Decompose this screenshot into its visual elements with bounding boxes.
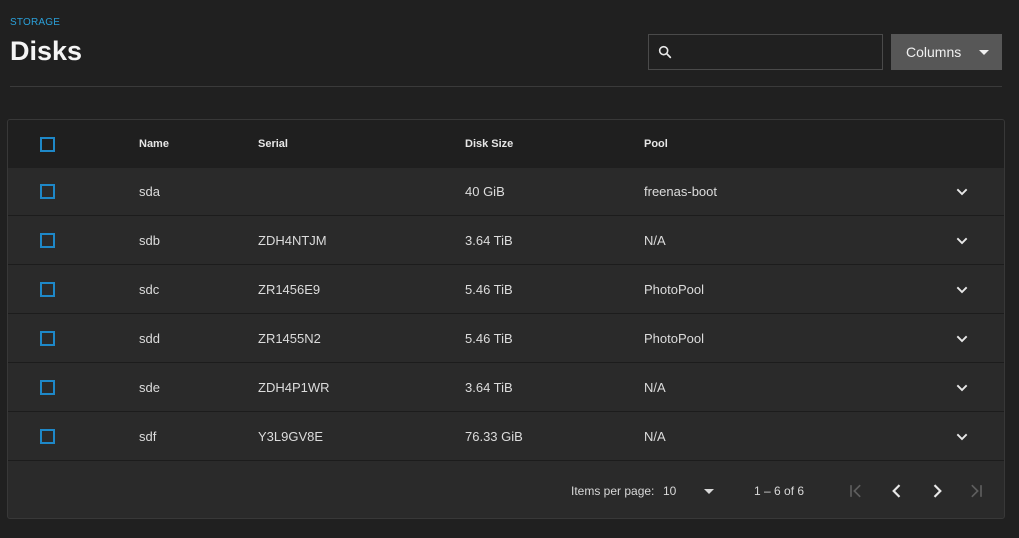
disk-size: 3.64 TiB [465, 380, 513, 395]
search-icon [658, 45, 672, 59]
disk-name: sdc [139, 282, 160, 297]
disk-name: sdf [139, 429, 157, 444]
disk-size: 40 GiB [465, 184, 505, 199]
disk-name: sdb [139, 233, 160, 248]
select-all-checkbox[interactable] [40, 136, 55, 152]
disk-pool: N/A [644, 380, 666, 395]
disk-serial: ZR1455N2 [258, 331, 321, 346]
disk-size: 3.64 TiB [465, 233, 513, 248]
page-title: Disks [10, 36, 83, 66]
table-row[interactable]: sde ZDH4P1WR 3.64 TiB N/A [8, 364, 1004, 412]
page-range: 1 – 6 of 6 [754, 484, 805, 498]
previous-page-icon[interactable] [887, 481, 907, 501]
disk-size: 5.46 TiB [465, 331, 513, 346]
breadcrumb[interactable]: STORAGE [10, 17, 60, 28]
disk-name: sda [139, 184, 160, 199]
items-per-page-select[interactable]: 10 [663, 484, 676, 498]
columns-button-label: Columns [906, 44, 962, 60]
header-name[interactable]: Name [139, 120, 169, 168]
disk-name: sdd [139, 331, 160, 346]
disk-serial: ZR1456E9 [258, 282, 321, 297]
caret-down-icon[interactable] [704, 489, 714, 494]
table-row[interactable]: sda 40 GiB freenas-boot [8, 168, 1004, 216]
chevron-down-icon[interactable] [954, 380, 970, 396]
disks-page: STORAGE Disks Columns Name Serial Disk S… [0, 0, 1019, 538]
disk-serial: ZDH4NTJM [258, 233, 327, 248]
row-checkbox[interactable] [40, 233, 55, 248]
table-row[interactable]: sdd ZR1455N2 5.46 TiB PhotoPool [8, 315, 1004, 363]
disk-size: 5.46 TiB [465, 282, 513, 297]
divider [10, 86, 1002, 87]
row-checkbox[interactable] [40, 184, 55, 199]
caret-down-icon [979, 50, 989, 55]
first-page-icon[interactable] [846, 481, 866, 501]
disk-serial: Y3L9GV8E [258, 429, 324, 444]
disk-pool: N/A [644, 233, 666, 248]
table-row[interactable]: sdb ZDH4NTJM 3.64 TiB N/A [8, 217, 1004, 265]
search-input[interactable] [679, 35, 879, 69]
items-per-page-label: Items per page: [571, 484, 655, 498]
table-row[interactable]: sdf Y3L9GV8E 76.33 GiB N/A [8, 413, 1004, 461]
chevron-down-icon[interactable] [954, 282, 970, 298]
disk-pool: PhotoPool [644, 282, 704, 297]
row-checkbox[interactable] [40, 282, 55, 297]
disk-pool: freenas-boot [644, 184, 717, 199]
table-header: Name Serial Disk Size Pool [8, 120, 1004, 168]
disk-serial: ZDH4P1WR [258, 380, 330, 395]
row-checkbox[interactable] [40, 429, 55, 444]
columns-button[interactable]: Columns [891, 34, 1002, 70]
disk-pool: PhotoPool [644, 331, 704, 346]
row-checkbox[interactable] [40, 331, 55, 346]
row-checkbox[interactable] [40, 380, 55, 395]
chevron-down-icon[interactable] [954, 429, 970, 445]
chevron-down-icon[interactable] [954, 233, 970, 249]
disk-pool: N/A [644, 429, 666, 444]
chevron-down-icon[interactable] [954, 184, 970, 200]
header-pool[interactable]: Pool [644, 120, 668, 168]
paginator: Items per page: 10 1 – 6 of 6 [8, 462, 1004, 518]
next-page-icon[interactable] [927, 481, 947, 501]
last-page-icon[interactable] [966, 481, 986, 501]
table-row[interactable]: sdc ZR1456E9 5.46 TiB PhotoPool [8, 266, 1004, 314]
disk-name: sde [139, 380, 160, 395]
chevron-down-icon[interactable] [954, 331, 970, 347]
disk-size: 76.33 GiB [465, 429, 523, 444]
header-serial[interactable]: Serial [258, 120, 288, 168]
header-disk-size[interactable]: Disk Size [465, 120, 513, 168]
disks-table: Name Serial Disk Size Pool sda 40 GiB fr… [7, 119, 1005, 519]
search-box[interactable] [648, 34, 883, 70]
